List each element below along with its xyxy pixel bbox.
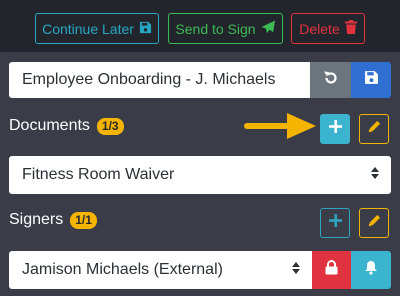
pencil-icon (368, 120, 381, 138)
document-title-value: Employee Onboarding - J. Michaels (22, 71, 276, 88)
notify-signer-button[interactable] (351, 251, 391, 289)
lock-icon (325, 260, 338, 280)
document-title-input[interactable]: Employee Onboarding - J. Michaels (9, 62, 310, 98)
undo-icon (323, 70, 339, 91)
save-button[interactable] (351, 62, 391, 98)
plus-icon (328, 214, 342, 232)
sort-caret-icon (371, 166, 379, 184)
delete-label: Delete (299, 20, 340, 37)
signers-heading: Signers 1/1 (9, 211, 97, 229)
save-icon (139, 21, 152, 37)
bell-icon (364, 260, 378, 280)
continue-later-button[interactable]: Continue Later (35, 13, 159, 44)
arrow-right-icon (244, 113, 316, 139)
add-document-button[interactable] (320, 114, 350, 144)
documents-label: Documents (9, 117, 90, 134)
sort-caret-icon (292, 261, 300, 279)
documents-heading: Documents 1/3 (9, 117, 124, 135)
signer-select[interactable]: Jamison Michaels (External) (9, 251, 312, 289)
plus-icon (328, 120, 342, 138)
document-select[interactable]: Fitness Room Waiver (9, 156, 391, 194)
pencil-icon (368, 214, 381, 232)
signers-count-badge: 1/1 (70, 211, 97, 229)
documents-count-badge: 1/3 (96, 117, 124, 135)
signers-label: Signers (9, 211, 64, 228)
lock-signer-button[interactable] (312, 251, 351, 289)
signer-select-value: Jamison Michaels (External) (22, 261, 223, 278)
send-to-sign-label: Send to Sign (175, 20, 256, 37)
undo-button[interactable] (310, 62, 351, 98)
delete-button[interactable]: Delete (291, 13, 365, 44)
edit-signers-button[interactable] (359, 208, 389, 238)
paper-plane-icon (261, 20, 276, 37)
save-icon (364, 70, 379, 90)
continue-later-label: Continue Later (42, 20, 134, 37)
trash-icon (344, 20, 357, 37)
document-select-value: Fitness Room Waiver (22, 166, 175, 183)
edit-documents-button[interactable] (359, 114, 389, 144)
add-signer-button[interactable] (320, 208, 350, 238)
send-to-sign-button[interactable]: Send to Sign (168, 13, 283, 44)
